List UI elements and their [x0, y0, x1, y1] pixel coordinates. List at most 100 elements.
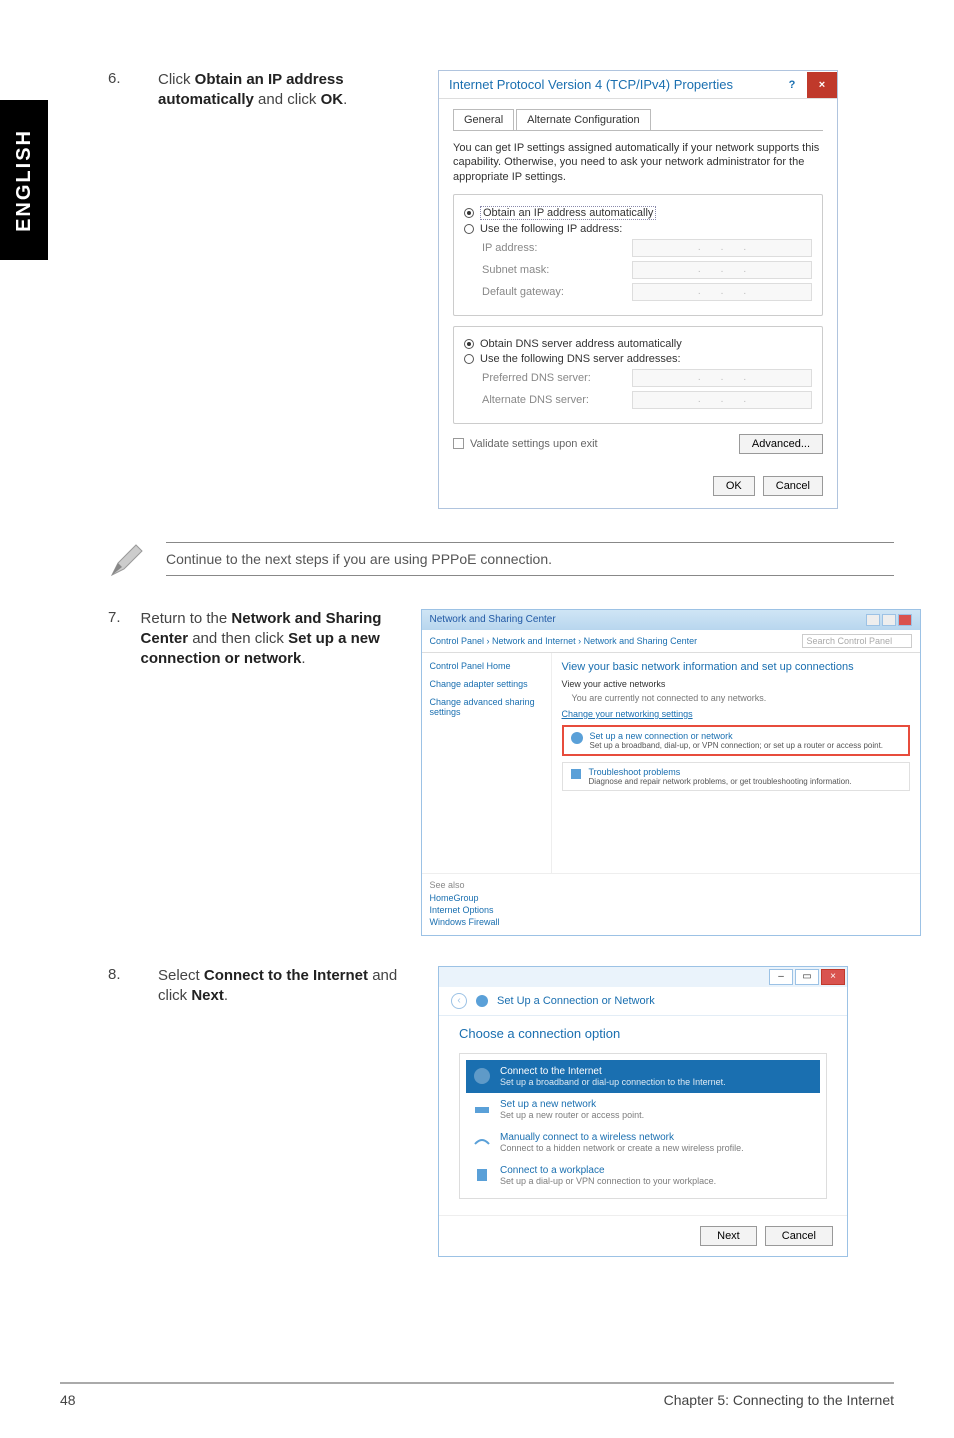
step-6: 6. Click Obtain an IP address automatica…	[108, 70, 894, 509]
wizard-title: Choose a connection option	[459, 1026, 827, 1041]
subnet-mask-input[interactable]: ...	[632, 261, 812, 279]
advanced-button[interactable]: Advanced...	[739, 434, 823, 454]
connection-wizard: – ▭ × ‹ Set Up a Connection or Network C…	[438, 966, 848, 1257]
wizard-header-text: Set Up a Connection or Network	[497, 995, 655, 1007]
ipv4-button-row: OK Cancel	[439, 468, 837, 508]
step-6-pre: Click	[158, 71, 195, 88]
next-button[interactable]: Next	[700, 1226, 757, 1246]
maximize-button[interactable]	[882, 614, 896, 626]
see-also-windows-firewall[interactable]: Windows Firewall	[430, 917, 912, 927]
troubleshoot-icon	[569, 767, 583, 781]
opt2-desc: Set up a new router or access point.	[500, 1110, 644, 1120]
wifi-icon	[472, 1132, 492, 1152]
radio-dot-icon	[464, 354, 474, 364]
default-gateway-input[interactable]: ...	[632, 283, 812, 301]
content-area: 6. Click Obtain an IP address automatica…	[108, 70, 894, 1257]
see-also-internet-options[interactable]: Internet Options	[430, 905, 912, 915]
step-6-post: .	[343, 91, 347, 108]
page-footer: 48 Chapter 5: Connecting to the Internet	[60, 1382, 894, 1408]
see-also-label: See also	[430, 880, 912, 890]
ip-address-input[interactable]: ...	[632, 239, 812, 257]
close-button[interactable]: ×	[807, 72, 837, 98]
nsc-main: Control Panel Home Change adapter settin…	[422, 653, 920, 873]
minimize-button[interactable]	[866, 614, 880, 626]
step-6-text: Click Obtain an IP address automatically…	[158, 70, 418, 509]
step-6-bold2: OK	[321, 91, 344, 108]
note-row: Continue to the next steps if you are us…	[108, 539, 894, 579]
sidebar-control-panel-home[interactable]: Control Panel Home	[430, 661, 543, 671]
nsc-titlebar: Network and Sharing Center	[422, 610, 920, 630]
ipv4-dialog: Internet Protocol Version 4 (TCP/IPv4) P…	[438, 70, 838, 509]
tab-general[interactable]: General	[453, 109, 514, 130]
step-7-number: 7.	[108, 609, 121, 936]
wizard-footer: Next Cancel	[439, 1215, 847, 1256]
radio-obtain-dns-auto[interactable]: Obtain DNS server address automatically	[464, 338, 812, 350]
option-workplace[interactable]: Connect to a workplace Set up a dial-up …	[466, 1159, 820, 1192]
window-controls	[866, 614, 912, 626]
back-button[interactable]: ‹	[451, 993, 467, 1009]
step-8-post: .	[224, 987, 228, 1004]
validate-checkbox[interactable]: Validate settings upon exit	[453, 438, 598, 450]
sidebar-advanced-sharing[interactable]: Change advanced sharing settings	[430, 697, 543, 717]
preferred-dns-label: Preferred DNS server:	[482, 372, 632, 384]
nsc-item1-desc: Set up a broadband, dial-up, or VPN conn…	[590, 741, 884, 750]
alternate-dns-label: Alternate DNS server:	[482, 394, 632, 406]
nsc-active-label: View your active networks	[562, 679, 910, 689]
alternate-dns-input[interactable]: ...	[632, 391, 812, 409]
step-8: 8. Select Connect to the Internet and cl…	[108, 966, 894, 1257]
search-input[interactable]: Search Control Panel	[802, 634, 912, 648]
nsc-troubleshoot[interactable]: Troubleshoot problems Diagnose and repai…	[562, 762, 910, 791]
step-6-screenshot: Internet Protocol Version 4 (TCP/IPv4) P…	[438, 70, 838, 509]
radio-dot-icon	[464, 339, 474, 349]
minimize-button[interactable]: –	[769, 969, 793, 985]
ipv4-tabs: General Alternate Configuration	[453, 109, 823, 131]
page: ENGLISH 6. Click Obtain an IP address au…	[0, 0, 954, 1438]
breadcrumb[interactable]: Control Panel › Network and Internet › N…	[430, 636, 698, 646]
cancel-button[interactable]: Cancel	[765, 1226, 833, 1246]
opt2-title: Set up a new network	[500, 1099, 644, 1110]
radio-dot-icon	[464, 224, 474, 234]
opt3-desc: Connect to a hidden network or create a …	[500, 1143, 744, 1153]
cancel-button[interactable]: Cancel	[763, 476, 823, 496]
radio-use-following-ip[interactable]: Use the following IP address:	[464, 223, 812, 235]
nsc-breadcrumb-row: Control Panel › Network and Internet › N…	[422, 630, 920, 653]
close-button[interactable]: ×	[821, 969, 845, 985]
opt4-title: Connect to a workplace	[500, 1165, 716, 1176]
step-7-post: .	[301, 650, 305, 667]
note-text: Continue to the next steps if you are us…	[166, 542, 894, 576]
subnet-mask-label: Subnet mask:	[482, 264, 632, 276]
step-7-pre: Return to the	[141, 610, 232, 627]
nsc-setup-new-connection[interactable]: Set up a new connection or network Set u…	[562, 725, 910, 756]
option-manual-wireless[interactable]: Manually connect to a wireless network C…	[466, 1126, 820, 1159]
option-setup-network[interactable]: Set up a new network Set up a new router…	[466, 1093, 820, 1126]
checkbox-icon	[453, 438, 464, 449]
sidebar-change-adapter[interactable]: Change adapter settings	[430, 679, 543, 689]
ipv4-title-text: Internet Protocol Version 4 (TCP/IPv4) P…	[439, 71, 777, 98]
wizard-icon	[570, 731, 584, 745]
opt3-title: Manually connect to a wireless network	[500, 1132, 744, 1143]
ipv4-description: You can get IP settings assigned automat…	[453, 141, 823, 184]
radio-use-following-dns[interactable]: Use the following DNS server addresses:	[464, 353, 812, 365]
network-sharing-window: Network and Sharing Center Control Panel…	[421, 609, 921, 936]
nsc-item2-desc: Diagnose and repair network problems, or…	[589, 777, 852, 786]
ip-address-label: IP address:	[482, 242, 632, 254]
option-connect-internet[interactable]: Connect to the Internet Set up a broadba…	[466, 1060, 820, 1093]
nsc-heading: View your basic network information and …	[562, 661, 910, 673]
ip-address-field: IP address: ...	[482, 239, 812, 257]
radio-obtain-ip-auto[interactable]: Obtain an IP address automatically	[464, 206, 812, 220]
see-also-homegroup[interactable]: HomeGroup	[430, 893, 912, 903]
building-icon	[472, 1165, 492, 1185]
maximize-button[interactable]: ▭	[795, 969, 819, 985]
wizard-header: ‹ Set Up a Connection or Network	[439, 987, 847, 1015]
nsc-sidebar: Control Panel Home Change adapter settin…	[422, 653, 552, 873]
close-button[interactable]	[898, 614, 912, 626]
alternate-dns-field: Alternate DNS server: ...	[482, 391, 812, 409]
language-tab: ENGLISH	[0, 100, 48, 260]
step-8-text: Select Connect to the Internet and click…	[158, 966, 418, 1257]
tab-alternate[interactable]: Alternate Configuration	[516, 109, 651, 130]
ok-button[interactable]: OK	[713, 476, 755, 496]
help-button[interactable]: ?	[777, 72, 807, 98]
preferred-dns-input[interactable]: ...	[632, 369, 812, 387]
step-6-number: 6.	[108, 70, 138, 509]
step-7: 7. Return to the Network and Sharing Cen…	[108, 609, 894, 936]
